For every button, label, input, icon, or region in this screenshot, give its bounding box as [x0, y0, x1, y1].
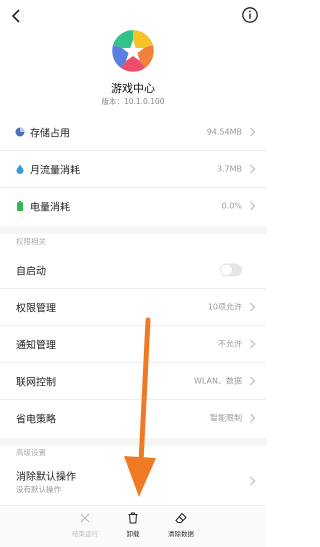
- chevron-right-icon: [250, 413, 256, 423]
- chevron-right-icon: [250, 376, 256, 386]
- game-center-app-icon: [112, 30, 154, 72]
- notification-management-row[interactable]: 通知管理 不允许: [0, 326, 266, 362]
- clear-defaults-subtitle: 没有默认操作: [16, 485, 61, 494]
- force-stop-label: 结束运行: [72, 530, 98, 538]
- force-stop-button[interactable]: 结束运行: [60, 512, 110, 544]
- app-name: 游戏中心: [111, 82, 155, 95]
- monthly-traffic-label: 月流量消耗: [30, 165, 80, 177]
- clear-data-button[interactable]: 清除数据: [156, 512, 206, 544]
- notification-management-value: 不允许: [218, 339, 242, 349]
- app-version: 版本：10.1.0.100: [101, 97, 165, 106]
- monthly-traffic-value: 3.7MB: [216, 164, 242, 174]
- chevron-right-icon: [250, 164, 256, 174]
- eraser-icon: [175, 512, 187, 523]
- uninstall-button[interactable]: 卸载: [108, 512, 158, 544]
- notification-management-label: 通知管理: [16, 340, 56, 352]
- close-icon: [80, 513, 90, 523]
- water-drop-icon: [16, 164, 24, 174]
- monthly-traffic-row[interactable]: 月流量消耗 3.7MB: [0, 151, 266, 187]
- network-control-row[interactable]: 联网控制 WLAN、数据: [0, 363, 266, 399]
- chevron-right-icon: [250, 201, 256, 211]
- battery-icon: [17, 201, 23, 211]
- network-control-value: WLAN、数据: [193, 376, 242, 386]
- clear-defaults-label: 消除默认操作: [16, 472, 76, 483]
- clear-data-label: 清除数据: [168, 530, 194, 538]
- autostart-row: 自启动: [0, 252, 266, 288]
- battery-usage-row[interactable]: 电量消耗 0.0%: [0, 188, 266, 224]
- autostart-toggle[interactable]: [220, 263, 242, 277]
- info-icon[interactable]: [241, 6, 259, 24]
- power-saving-policy-row[interactable]: 省电策略 智能限制: [0, 400, 266, 436]
- network-control-label: 联网控制: [16, 377, 56, 389]
- uninstall-label: 卸载: [126, 530, 140, 538]
- chevron-right-icon: [250, 127, 256, 137]
- permission-management-label: 权限管理: [16, 303, 56, 315]
- toggle-knob: [221, 264, 232, 276]
- section-separator: [0, 438, 266, 446]
- battery-usage-value: 0.0%: [221, 201, 242, 211]
- storage-row[interactable]: 存储占用 94.54MB: [0, 114, 266, 150]
- storage-value: 94.54MB: [206, 127, 242, 137]
- clear-defaults-row[interactable]: 消除默认操作 没有默认操作: [0, 460, 266, 502]
- autostart-label: 自启动: [16, 266, 46, 278]
- chevron-right-icon: [250, 339, 256, 349]
- back-arrow-icon[interactable]: [10, 8, 24, 24]
- permission-management-value: 10项允许: [207, 302, 242, 312]
- storage-label: 存储占用: [30, 128, 70, 140]
- advanced-section-header: 高级设置: [16, 448, 46, 457]
- power-saving-policy-value: 智能限制: [210, 413, 242, 423]
- chevron-right-icon: [250, 476, 256, 486]
- trash-icon: [128, 512, 138, 524]
- permissions-section-header: 权限相关: [16, 237, 46, 246]
- permission-management-row[interactable]: 权限管理 10项允许: [0, 289, 266, 325]
- top-bar: [0, 0, 266, 32]
- bottom-action-bar: 结束运行 卸载 清除数据: [0, 505, 266, 547]
- battery-usage-label: 电量消耗: [30, 202, 70, 214]
- storage-pie-icon: [15, 127, 25, 137]
- section-separator: [0, 226, 266, 234]
- chevron-right-icon: [250, 302, 256, 312]
- power-saving-policy-label: 省电策略: [16, 414, 56, 426]
